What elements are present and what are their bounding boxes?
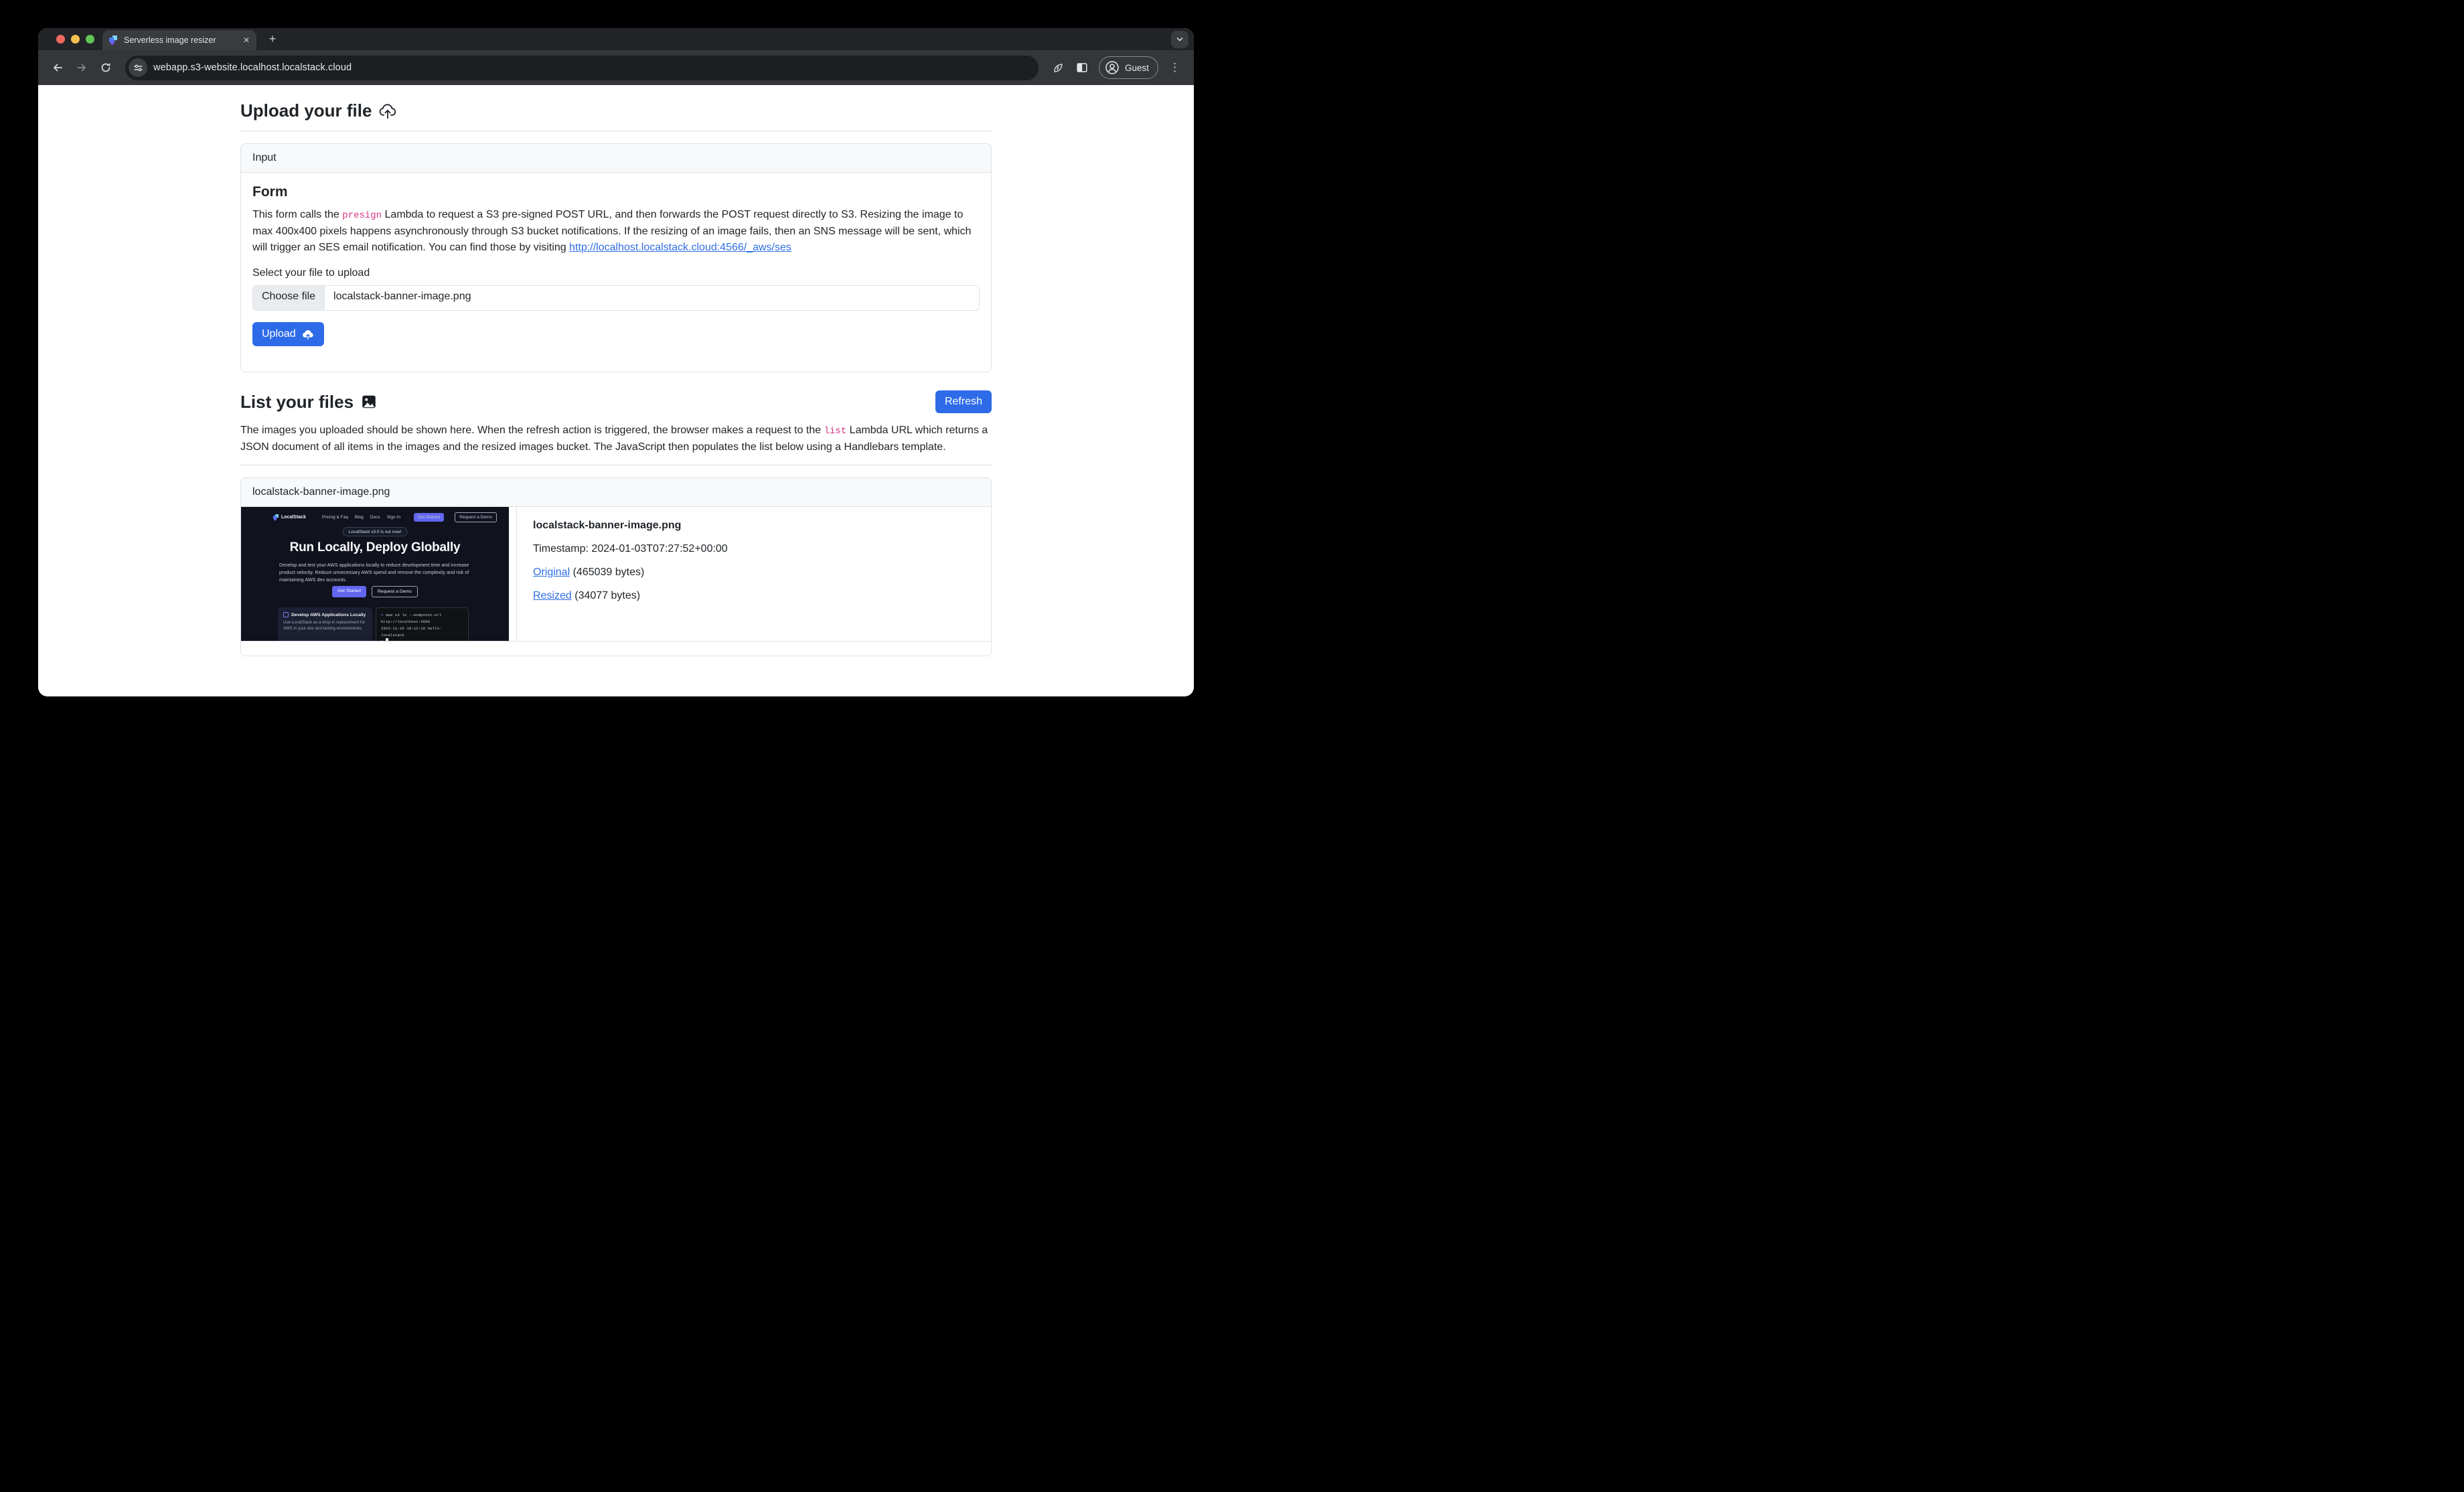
- banner-nav-link: Sign In: [387, 515, 400, 520]
- back-button[interactable]: [48, 58, 68, 78]
- image-icon: [360, 393, 378, 411]
- banner-nav-links: Pricing & Faq Blog Docs Sign In Get Star…: [322, 512, 497, 522]
- file-thumbnail-image: LocalStack Pricing & Faq Blog Docs Sign …: [241, 507, 509, 641]
- banner-terminal-prompt: >: [381, 613, 383, 617]
- upload-button[interactable]: Upload: [252, 322, 324, 346]
- banner-get-started-button: Get Started: [332, 586, 366, 597]
- banner-cta-row: Get Started Request a Demo: [241, 586, 509, 597]
- file-card: localstack-banner-image.png LocalStack: [240, 477, 992, 656]
- traffic-lights: [56, 35, 94, 44]
- chevron-down-icon: [1176, 35, 1184, 44]
- banner-brand-text: LocalStack: [281, 515, 306, 520]
- list-section-heading: List your files: [240, 392, 378, 413]
- side-panel-icon: [1075, 61, 1089, 74]
- profile-button[interactable]: Guest: [1099, 56, 1158, 79]
- reload-icon: [99, 61, 112, 74]
- banner-nav-request-demo: Request a Demo: [455, 512, 497, 522]
- presign-code: presign: [342, 210, 382, 221]
- cloud-upload-icon: [378, 102, 397, 121]
- file-name: localstack-banner-image.png: [533, 520, 975, 532]
- file-input-value: localstack-banner-image.png: [325, 286, 479, 310]
- file-input[interactable]: Choose file localstack-banner-image.png: [252, 285, 980, 311]
- file-details: localstack-banner-image.png Timestamp: 2…: [517, 507, 991, 641]
- form-desc-text-1: This form calls the: [252, 209, 342, 220]
- site-settings-button[interactable]: [129, 58, 147, 77]
- browser-toolbar: webapp.s3-website.localhost.localstack.c…: [38, 50, 1194, 85]
- upload-section-heading: Upload your file: [240, 100, 992, 121]
- banner-headline: Run Locally, Deploy Globally: [241, 540, 509, 555]
- browser-menu-button[interactable]: ⋮: [1165, 61, 1184, 74]
- banner-terminal-cursor: [386, 638, 388, 641]
- banner-feature-text: Use LocalStack as a drop-in replacement …: [283, 620, 367, 632]
- banner-subtext: Develop and test your AWS applications l…: [279, 562, 471, 583]
- banner-badge: LocalStack v3.0 is out now!: [343, 527, 408, 536]
- banner-terminal-prompt: >: [381, 639, 383, 641]
- address-bar[interactable]: webapp.s3-website.localhost.localstack.c…: [125, 56, 1038, 80]
- resized-size: (34077 bytes): [574, 590, 640, 601]
- input-card: Input Form This form calls the presign L…: [240, 143, 992, 372]
- tab-search-chevron-button[interactable]: [1171, 31, 1188, 48]
- banner-nav-link: Pricing & Faq: [322, 515, 348, 520]
- original-size: (465039 bytes): [573, 567, 645, 578]
- banner-request-demo-button: Request a Demo: [372, 586, 418, 597]
- refresh-button-label: Refresh: [945, 396, 982, 408]
- file-select-label: Select your file to upload: [252, 267, 980, 279]
- original-link[interactable]: Original: [533, 567, 570, 578]
- tab-title: Serverless image resizer: [124, 35, 238, 45]
- guest-avatar-icon: [1104, 60, 1120, 76]
- url-text[interactable]: webapp.s3-website.localhost.localstack.c…: [153, 62, 352, 73]
- back-arrow-icon: [51, 61, 64, 74]
- resized-link[interactable]: Resized: [533, 590, 572, 601]
- banner-feature-icon: [283, 612, 289, 617]
- leaf-energy-icon: [1051, 61, 1065, 74]
- upload-heading-text: Upload your file: [240, 100, 372, 121]
- input-card-header: Input: [241, 144, 991, 173]
- banner-nav-get-started: Get Started: [414, 513, 444, 522]
- battery-saver-button[interactable]: [1048, 58, 1068, 78]
- form-description: This form calls the presign Lambda to re…: [252, 207, 980, 256]
- forward-arrow-icon: [75, 61, 88, 74]
- forward-button[interactable]: [72, 58, 92, 78]
- banner-nav-link: Docs: [370, 515, 380, 520]
- list-code: list: [824, 426, 847, 437]
- localstack-logo-icon: [273, 514, 279, 521]
- localstack-favicon-icon: [109, 35, 119, 45]
- list-heading-text: List your files: [240, 392, 354, 413]
- file-card-header: localstack-banner-image.png: [241, 478, 991, 507]
- upload-button-label: Upload: [262, 328, 296, 340]
- side-panel-button[interactable]: [1072, 58, 1092, 78]
- list-description: The images you uploaded should be shown …: [240, 423, 992, 455]
- ses-link[interactable]: http://localhost.localstack.cloud:4566/_…: [569, 242, 791, 253]
- banner-nav-link: Blog: [355, 515, 364, 520]
- choose-file-button[interactable]: Choose file: [253, 286, 325, 310]
- zoom-window-button[interactable]: [86, 35, 94, 44]
- reload-button[interactable]: [96, 58, 116, 78]
- tab-strip: Serverless image resizer ✕ +: [38, 28, 1194, 50]
- file-timestamp: Timestamp: 2024-01-03T07:27:52+00:00: [533, 543, 975, 555]
- close-window-button[interactable]: [56, 35, 65, 44]
- banner-feature-card: Develop AWS Applications Locally Use Loc…: [278, 607, 372, 641]
- browser-window: Serverless image resizer ✕ +: [38, 28, 1194, 696]
- banner-terminal-line: aws s3 ls --endpoint-url http://localhos…: [381, 613, 441, 624]
- webpage: Upload your file Input Form This form ca…: [38, 85, 1194, 696]
- file-thumbnail-cell: LocalStack Pricing & Faq Blog Docs Sign …: [241, 507, 517, 641]
- banner-nav: LocalStack Pricing & Faq Blog Docs Sign …: [273, 512, 497, 522]
- banner-terminal: > aws s3 ls --endpoint-url http://localh…: [376, 607, 469, 641]
- cloud-upload-filled-icon: [301, 327, 315, 341]
- banner-terminal-line: 2023-11-15 10:12:18 hello-localstack: [381, 625, 463, 639]
- list-desc-text-1: The images you uploaded should be shown …: [240, 425, 824, 436]
- tab-close-icon[interactable]: ✕: [243, 35, 250, 45]
- banner-feature-title: Develop AWS Applications Locally: [291, 613, 366, 617]
- form-heading: Form: [252, 184, 980, 200]
- new-tab-button[interactable]: +: [264, 31, 281, 48]
- profile-label: Guest: [1125, 63, 1149, 73]
- refresh-button[interactable]: Refresh: [935, 390, 992, 413]
- banner-logo: LocalStack: [273, 514, 306, 521]
- minimize-window-button[interactable]: [71, 35, 80, 44]
- site-settings-tune-icon: [133, 63, 143, 73]
- tab-serverless-image-resizer[interactable]: Serverless image resizer ✕: [102, 30, 256, 50]
